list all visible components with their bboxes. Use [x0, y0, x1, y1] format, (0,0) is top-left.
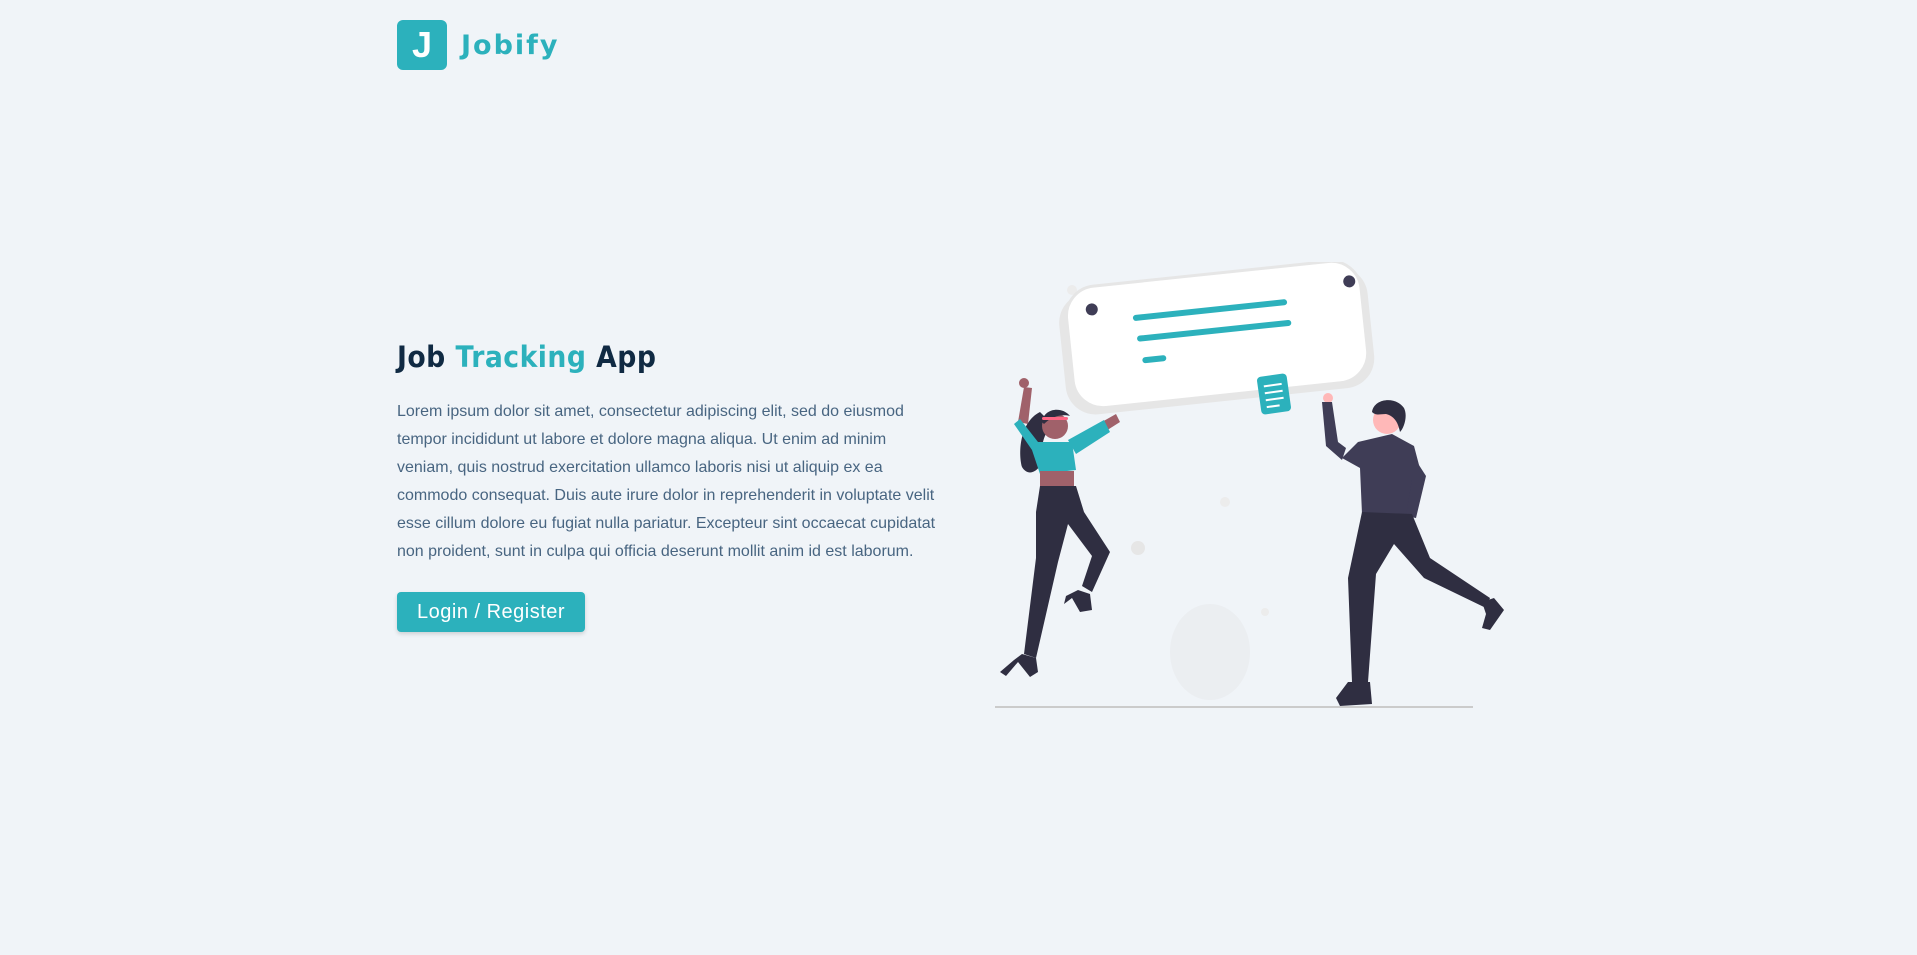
title-part-2: App: [586, 340, 657, 374]
hero-description: Lorem ipsum dolor sit amet, consectetur …: [397, 403, 936, 560]
hero-info: Job Tracking App Lorem ipsum dolor sit a…: [397, 340, 942, 632]
man-figure: [1322, 393, 1504, 706]
background-dot: [1131, 541, 1145, 555]
background-dot: [1220, 497, 1230, 507]
woman-figure: [1000, 378, 1120, 677]
background-blob: [1170, 604, 1250, 700]
landing-page: J Jobify Job Tracking App Lorem ipsum do…: [0, 0, 1917, 955]
title-accent: Tracking: [455, 340, 587, 374]
page-title: Job Tracking App: [397, 340, 898, 374]
logo-letter: J: [411, 24, 433, 65]
logo-j-icon[interactable]: J: [397, 20, 447, 70]
document-icon: [1257, 373, 1291, 415]
background-dot: [1261, 608, 1269, 616]
job-board-people-illustration: [995, 262, 1504, 708]
logo-text[interactable]: Jobify: [461, 30, 560, 61]
navbar: J Jobify: [397, 20, 560, 70]
title-part-1: Job: [397, 340, 456, 374]
login-register-button[interactable]: Login / Register: [397, 592, 586, 632]
